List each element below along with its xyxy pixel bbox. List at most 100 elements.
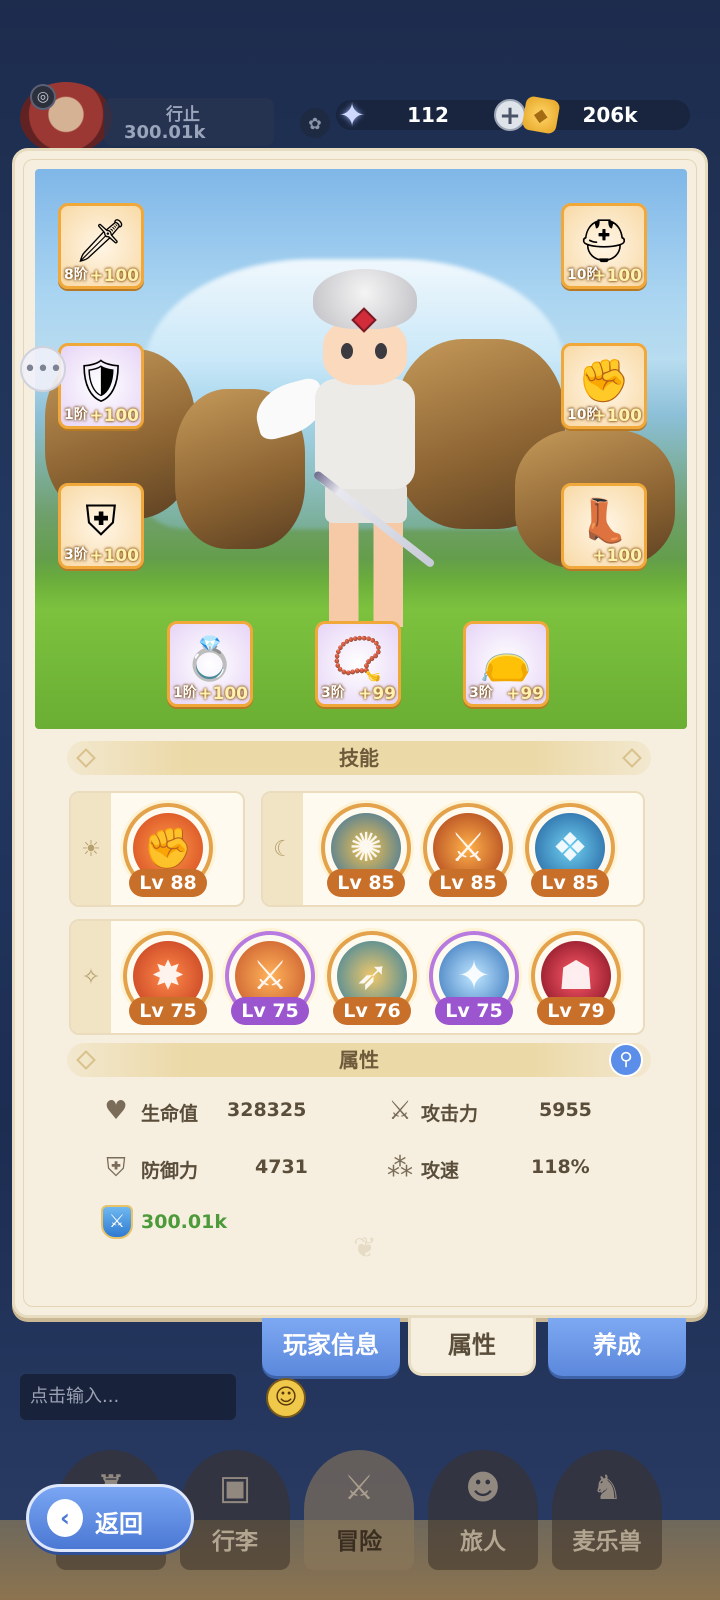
equip-slot-gloves[interactable]: ✊ 10阶 +100 (561, 343, 647, 429)
person-icon: ☻ (465, 1468, 501, 1508)
equip-enhance: +100 (89, 406, 139, 426)
hero-eye (375, 343, 387, 359)
tab-attributes[interactable]: 属性 (408, 1318, 536, 1376)
equip-slot-armor[interactable]: 🛡 1阶 +100 (58, 343, 144, 429)
skill-level: Lv 85 (327, 869, 405, 897)
equip-enhance: +100 (592, 266, 642, 286)
spd-value: 118% (531, 1156, 590, 1178)
hp-value: 328325 (227, 1099, 307, 1121)
equip-enhance: +100 (89, 266, 139, 286)
equip-slot-necklace[interactable]: 📿 3阶 +99 (315, 621, 401, 707)
chat-bubble-icon[interactable]: ••• (20, 346, 66, 392)
crossed-swords-icon: ⚔ (343, 1468, 375, 1508)
equip-slot-ring[interactable]: 💍 1阶 +100 (167, 621, 253, 707)
skill-level: Lv 75 (231, 997, 309, 1025)
moon-icon: ☾ (263, 793, 303, 905)
skill-slot[interactable]: ⚔ Lv 75 (225, 931, 315, 1025)
character-panel: 🗡 8阶 +100 🛡 1阶 +100 ⛨ 3阶 +100 ⛑ 10阶 +100… (12, 148, 708, 1318)
skills-title: 技能 (339, 746, 379, 770)
diamond-ornament-icon (76, 1050, 96, 1070)
skill-slot[interactable]: ❖ Lv 85 (525, 803, 615, 897)
skill-slot[interactable]: ✺ Lv 85 (321, 803, 411, 897)
gem-counter: ✦ 112 + (336, 96, 526, 134)
fox-icon: ♞ (591, 1468, 623, 1508)
equip-slot-accessory[interactable]: 👝 3阶 +99 (463, 621, 549, 707)
emoji-icon[interactable]: ☺ (266, 1378, 306, 1418)
sword-icon: 🗡 (74, 216, 128, 265)
nav-inventory[interactable]: ▣ 行李 (180, 1450, 290, 1570)
equip-enhance: +99 (506, 684, 544, 704)
def-label: 防御力 (141, 1160, 199, 1182)
equip-tier: 8阶 (64, 267, 88, 283)
combat-power-value: 300.01k (141, 1211, 227, 1233)
heart-icon: ♥ (104, 1096, 128, 1126)
skill-slot[interactable]: ✊ Lv 88 (123, 803, 213, 897)
back-button[interactable]: ‹ 返回 (26, 1484, 194, 1552)
armor-icon: 🛡 (74, 356, 128, 405)
equip-enhance: +99 (358, 684, 396, 704)
skill-level: Lv 85 (531, 869, 609, 897)
equip-enhance: +100 (592, 546, 642, 566)
paw-icon[interactable]: ✿ (300, 108, 330, 138)
nav-travelers[interactable]: ☻ 旅人 (428, 1450, 538, 1570)
skill-slot[interactable]: ☗ Lv 79 (531, 931, 621, 1025)
moon-skill-group: ☾ ✺ Lv 85 ⚔ Lv 85 ❖ Lv 85 (261, 791, 645, 907)
nav-inventory-label: 行李 (212, 1529, 258, 1555)
combat-power-icon: ⚔ (101, 1205, 133, 1239)
equip-tier: 3阶 (469, 685, 493, 701)
tab-develop[interactable]: 养成 (548, 1318, 686, 1376)
shield-icon: ⛨ (106, 1153, 126, 1183)
attribute-detail-search-button[interactable]: ⚲ (609, 1043, 643, 1077)
chevron-left-icon: ‹ (47, 1499, 83, 1537)
back-label: 返回 (95, 1510, 143, 1538)
compass-icon: ◎ (30, 84, 56, 110)
skill-slot[interactable]: ✦ Lv 75 (429, 931, 519, 1025)
gold-value: 206k (582, 103, 638, 127)
nav-travelers-label: 旅人 (460, 1529, 506, 1555)
top-bar: ◎ 行止 300.01k ✿ ✦ 112 + ◆ 206k (0, 78, 720, 158)
equip-enhance: +100 (89, 546, 139, 566)
spd-label: 攻速 (421, 1160, 460, 1182)
nav-adventure[interactable]: ⚔ 冒险 (304, 1450, 414, 1570)
boots-icon: 👢 (577, 496, 631, 545)
hero-eye (341, 343, 353, 359)
helmet-icon: ⛑ (577, 216, 631, 265)
chat-input[interactable]: 点击输入... (20, 1374, 236, 1420)
ring-icon: 💍 (183, 634, 237, 683)
skill-slot[interactable]: ⚔ Lv 85 (423, 803, 513, 897)
hero-shirt (315, 379, 415, 489)
belt-armor-icon: ⛨ (85, 496, 117, 545)
atk-label: 攻击力 (421, 1103, 479, 1125)
sparkle-icon: ✧ (71, 921, 111, 1033)
hp-label: 生命值 (141, 1103, 199, 1125)
equip-slot-helmet[interactable]: ⛑ 10阶 +100 (561, 203, 647, 289)
add-gems-button[interactable]: + (494, 99, 526, 131)
skill-level: Lv 75 (129, 997, 207, 1025)
gem-value: 112 (407, 103, 449, 127)
equip-slot-boots[interactable]: 👢 +100 (561, 483, 647, 569)
crossed-swords-icon: ⚔ (388, 1096, 412, 1126)
equip-slot-legs[interactable]: ⛨ 3阶 +100 (58, 483, 144, 569)
skill-level: Lv 85 (429, 869, 507, 897)
star-skill-group: ✧ ✸ Lv 75 ⚔ Lv 75 ➶ Lv 76 ✦ Lv 75 ☗ Lv 7… (69, 919, 645, 1035)
atk-value: 5955 (539, 1099, 592, 1121)
skill-slot[interactable]: ✸ Lv 75 (123, 931, 213, 1025)
equip-tier: 3阶 (64, 547, 88, 563)
hero-character (249, 269, 445, 649)
skill-slot[interactable]: ➶ Lv 76 (327, 931, 417, 1025)
equip-enhance: +100 (198, 684, 248, 704)
diamond-ornament-icon (76, 748, 96, 768)
sun-icon: ☀ (71, 793, 111, 905)
equip-tier: 1阶 (64, 407, 88, 423)
nav-pets[interactable]: ♞ 麦乐兽 (552, 1450, 662, 1570)
def-value: 4731 (255, 1156, 308, 1178)
player-power: 300.01k (124, 122, 206, 143)
necklace-icon: 📿 (331, 634, 385, 683)
player-info-pill[interactable]: 行止 300.01k (104, 98, 274, 146)
skills-header: 技能 (67, 741, 651, 775)
sun-skill-group: ☀ ✊ Lv 88 (69, 791, 245, 907)
pouch-icon: 👝 (479, 634, 533, 683)
equip-enhance: +100 (592, 406, 642, 426)
equip-slot-weapon[interactable]: 🗡 8阶 +100 (58, 203, 144, 289)
tab-player-info[interactable]: 玩家信息 (262, 1318, 400, 1376)
